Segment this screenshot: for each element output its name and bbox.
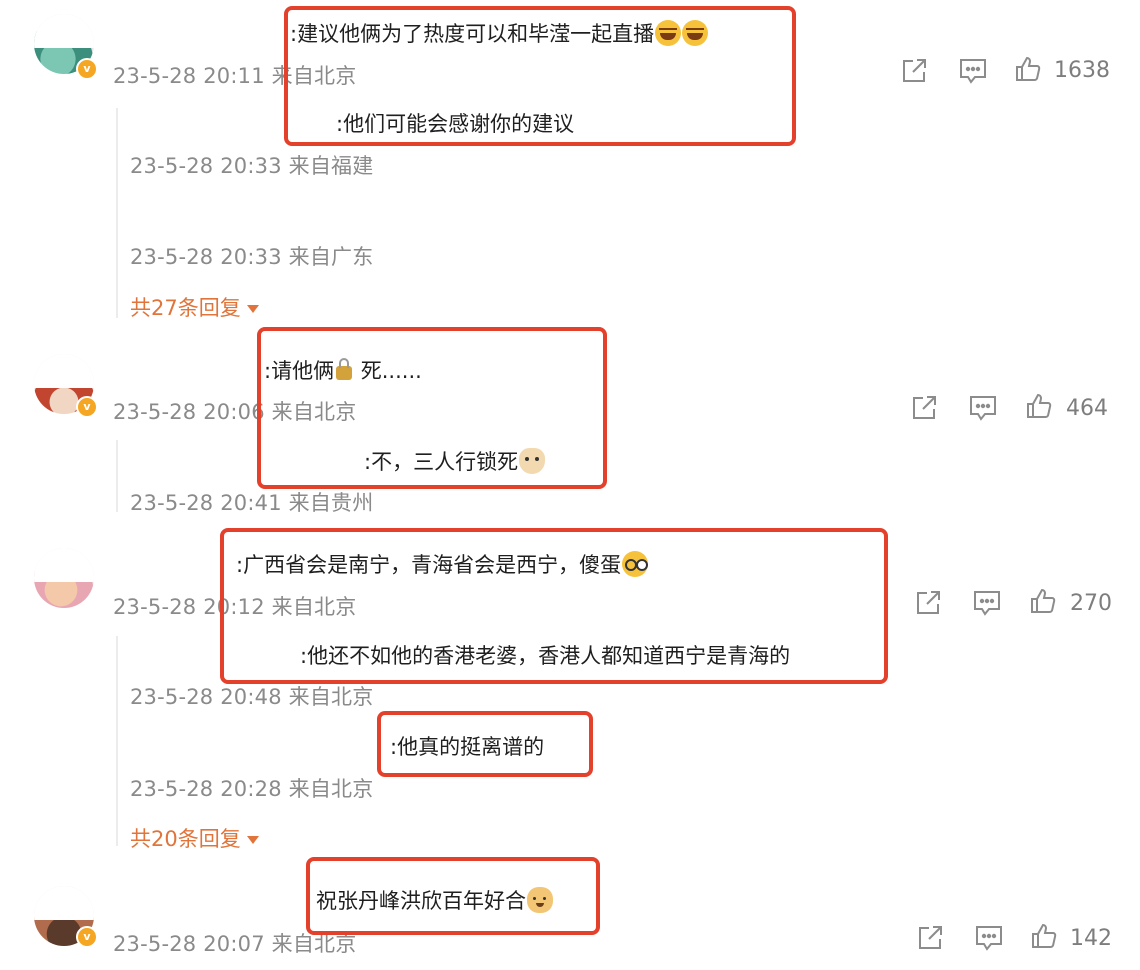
highlight-box <box>306 857 600 935</box>
verified-badge-icon: v <box>76 58 98 80</box>
reply-meta: 23-5-28 20:41 来自贵州 <box>130 491 374 515</box>
thumbs-up-icon[interactable] <box>1025 392 1053 420</box>
more-replies-link[interactable]: 共27条回复 <box>130 292 259 322</box>
comment-icon[interactable] <box>958 57 988 85</box>
highlight-box <box>257 327 607 489</box>
thumbs-up-icon[interactable] <box>1030 922 1058 950</box>
thumbs-up-icon[interactable] <box>1029 587 1057 615</box>
like-count: 270 <box>1070 591 1112 616</box>
share-icon[interactable] <box>910 394 938 422</box>
verified-badge-icon: v <box>76 926 98 948</box>
caret-down-icon <box>246 836 259 844</box>
avatar[interactable] <box>34 548 94 608</box>
share-icon[interactable] <box>914 589 942 617</box>
like-count: 1638 <box>1054 58 1110 83</box>
comment-icon[interactable] <box>968 394 998 422</box>
reply-meta: 23-5-28 20:48 来自北京 <box>130 685 374 709</box>
share-icon[interactable] <box>900 57 928 85</box>
reply-meta: 23-5-28 20:33 来自福建 <box>130 154 374 178</box>
more-replies-link[interactable]: 共20条回复 <box>130 823 259 853</box>
verified-badge-icon: v <box>76 396 98 418</box>
thumbs-up-icon[interactable] <box>1014 55 1042 83</box>
like-count: 142 <box>1070 926 1112 951</box>
highlight-box <box>284 6 796 146</box>
highlight-box <box>377 711 593 777</box>
reply-meta: 23-5-28 20:33 来自广东 <box>130 245 374 269</box>
thread-line <box>116 108 118 318</box>
caret-down-icon <box>246 305 259 313</box>
highlight-box <box>220 528 888 684</box>
share-icon[interactable] <box>916 924 944 952</box>
reply-meta: 23-5-28 20:28 来自北京 <box>130 777 374 801</box>
comment-icon[interactable] <box>974 924 1004 952</box>
thread-line <box>116 440 118 512</box>
comment-icon[interactable] <box>972 589 1002 617</box>
like-count: 464 <box>1066 396 1108 421</box>
thread-line <box>116 636 118 846</box>
